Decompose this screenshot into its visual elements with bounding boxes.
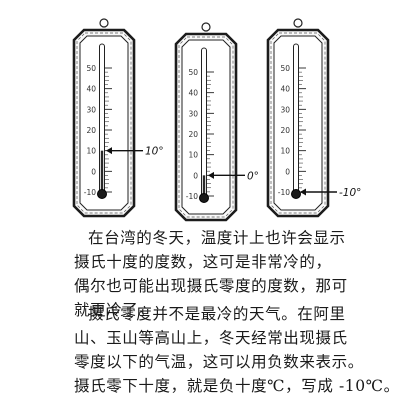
scale-label: 0 — [193, 171, 198, 180]
hanging-ring-icon — [293, 18, 303, 28]
paragraph-negative-numbers: 摄氏零度并不是最冷的天气。在阿里 山、玉山等高山上，冬天经常出现摄氏 零度以下的… — [74, 302, 400, 398]
scale-label: 40 — [86, 85, 96, 94]
scale-label: 0 — [91, 167, 96, 176]
paragraph-line: 零度以下的气温，这可以用负数来表示。 — [74, 353, 364, 371]
paragraph-line: 摄氏零下十度，就是负十度℃，写成 -10℃。 — [74, 377, 400, 395]
paragraph-line: 摄氏十度的度数，这可是非常冷的， — [74, 253, 332, 271]
thermometer-right: 50 40 30 20 10 0 -10 -10° — [266, 18, 361, 218]
scale-label: 40 — [280, 85, 290, 94]
thermometer-bulb — [97, 189, 107, 199]
scale-label: -10 — [84, 188, 96, 197]
scale-label: 20 — [86, 126, 96, 135]
thermometer-illustration: 50 40 30 20 10 0 -10 10° 50 40 30 20 10 0 -10 0° 50 40 3… — [0, 0, 420, 222]
thermometer-bulb — [291, 189, 301, 199]
scale-label: 30 — [86, 105, 96, 114]
paragraph-line: 山、玉山等高山上，冬天经常出现摄氏 — [74, 329, 348, 347]
scale-label: 50 — [188, 68, 198, 77]
reading-label: 10° — [145, 146, 164, 158]
mercury-column — [100, 150, 104, 194]
paragraph-line: 摄氏零度并不是最冷的天气。在阿里 — [88, 305, 346, 323]
paragraph-line: 在台湾的冬天，温度计上也许会显示 — [88, 229, 346, 247]
scale-label: 50 — [86, 64, 96, 73]
thermometer-left: 50 40 30 20 10 0 -10 10° — [72, 18, 164, 218]
thermometers-drawing: 50 40 30 20 10 0 -10 10° 50 40 30 20 10 0 -10 0° 50 40 3… — [72, 18, 361, 222]
scale-label: 40 — [188, 89, 198, 98]
scale-label: 30 — [280, 105, 290, 114]
scale-label: 10 — [86, 147, 96, 156]
scale-label: 20 — [188, 130, 198, 139]
scale-label: 30 — [188, 109, 198, 118]
paragraph-line: 偶尔也可能出现摄氏零度的度数，那可 — [74, 277, 348, 295]
hanging-ring-icon — [99, 18, 109, 28]
thermometer-bulb — [199, 193, 209, 203]
scale-label: -10 — [278, 188, 290, 197]
scale-label: 10 — [280, 147, 290, 156]
scale-label: 0 — [285, 167, 290, 176]
scale-label: 20 — [280, 126, 290, 135]
scale-label: -10 — [186, 192, 198, 201]
reading-label: -10° — [339, 187, 361, 199]
thermometer-middle: 50 40 30 20 10 0 -10 0° — [174, 22, 259, 222]
hanging-ring-icon — [201, 22, 211, 32]
glass-tube — [293, 43, 299, 195]
scale-label: 10 — [188, 151, 198, 160]
reading-label: 0° — [247, 170, 259, 182]
scale-label: 50 — [280, 64, 290, 73]
